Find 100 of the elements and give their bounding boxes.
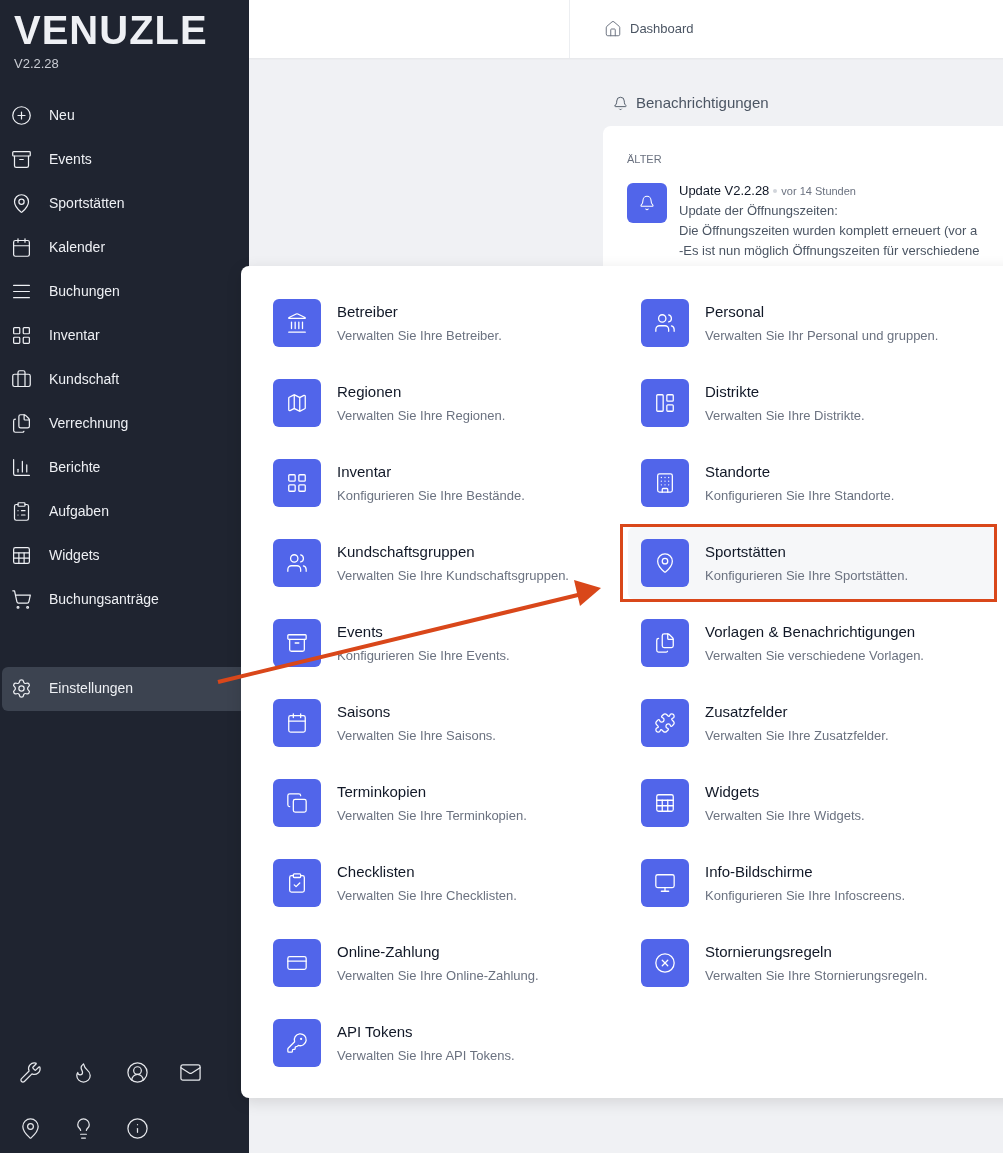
- logo: VENUZLE: [14, 8, 208, 52]
- sidebar-item[interactable]: Verrechnung: [2, 401, 247, 446]
- grid-icon: [11, 325, 32, 346]
- notification-text: -Es ist nun möglich Öffnungszeiten für verschiedene: [679, 241, 980, 260]
- documents-icon: [654, 632, 676, 654]
- notification-text: Die Öffnungszeiten wurden komplett erneuert (vor a: [679, 221, 979, 240]
- item-description: Verwalten Sie Ihre Zusatzfelder.: [705, 727, 889, 744]
- settings-menu-item[interactable]: Distrikte Verwalten Sie Ihre Distrikte.: [628, 367, 996, 439]
- sidebar-item[interactable]: Widgets: [2, 533, 247, 578]
- settings-menu-item[interactable]: API Tokens Verwalten Sie Ihre API Tokens.: [260, 1007, 612, 1079]
- building-icon: [654, 472, 676, 494]
- settings-menu-item[interactable]: Regionen Verwalten Sie Ihre Regionen.: [260, 367, 612, 439]
- key-icon: [286, 1032, 308, 1054]
- sidebar-item[interactable]: Events: [2, 137, 247, 182]
- item-title: Zusatzfelder: [705, 702, 789, 721]
- sidebar-item[interactable]: Berichte: [2, 445, 247, 490]
- version-label: V2.2.28: [14, 55, 60, 73]
- sidebar-item[interactable]: Kundschaft: [2, 357, 247, 402]
- bar-chart-icon: [11, 457, 32, 478]
- item-description: Verwalten Sie Ihre Kundschaftsgruppen.: [337, 567, 569, 584]
- group-icon: [286, 552, 308, 574]
- plus-circle-icon: [11, 105, 32, 126]
- grid-icon: [286, 472, 308, 494]
- sidebar-item[interactable]: Neu: [2, 93, 247, 138]
- map-pin-icon: [654, 552, 676, 574]
- user-icon[interactable]: [125, 1061, 149, 1084]
- sidebar-item[interactable]: Sportstätten: [2, 181, 247, 226]
- sidebar-item[interactable]: Buchungen: [2, 269, 247, 314]
- breadcrumb-link[interactable]: Dashboard: [630, 19, 694, 39]
- monitor-icon: [654, 872, 676, 894]
- settings-menu-item[interactable]: Events Konfigurieren Sie Ihre Events.: [260, 607, 612, 679]
- item-title: Events: [337, 622, 384, 641]
- item-title: Sportstätten: [705, 542, 787, 561]
- item-title: Widgets: [705, 782, 761, 801]
- item-description: Konfigurieren Sie Ihre Sportstätten.: [705, 567, 909, 584]
- settings-menu-item[interactable]: Zusatzfelder Verwalten Sie Ihre Zusatzfelder.: [628, 687, 996, 759]
- item-title: Personal: [705, 302, 766, 321]
- layout-icon: [654, 392, 676, 414]
- item-title: Distrikte: [705, 382, 761, 401]
- sidebar-item[interactable]: Kalender: [2, 225, 247, 270]
- map-icon: [286, 392, 308, 414]
- box-icon: [286, 632, 308, 654]
- settings-menu-item[interactable]: Standorte Konfigurieren Sie Ihre Standorte.: [628, 447, 996, 519]
- item-description: Verwalten Sie Ihre API Tokens.: [337, 1047, 515, 1064]
- settings-menu-item[interactable]: Personal Verwalten Sie Ihr Personal und gruppen.: [628, 287, 996, 359]
- bank-icon: [286, 312, 308, 334]
- settings-menu-item[interactable]: Checklisten Verwalten Sie Ihre Checklisten.: [260, 847, 612, 919]
- close-circle-icon: [654, 952, 676, 974]
- item-description: Konfigurieren Sie Ihre Events.: [337, 647, 510, 664]
- settings-menu-item[interactable]: Online-Zahlung Verwalten Sie Ihre Online-Zahlung.: [260, 927, 612, 999]
- settings-menu-item[interactable]: Terminkopien Verwalten Sie Ihre Terminkopien.: [260, 767, 612, 839]
- clipboard-check-icon: [286, 872, 308, 894]
- item-title: Online-Zahlung: [337, 942, 441, 961]
- item-title: Inventar: [337, 462, 393, 481]
- settings-menu-item[interactable]: Saisons Verwalten Sie Ihre Saisons.: [260, 687, 612, 759]
- mail-icon[interactable]: [178, 1061, 202, 1084]
- info-icon[interactable]: [125, 1117, 149, 1140]
- settings-menu-item[interactable]: Stornierungsregeln Verwalten Sie Ihre Stornierungsregeln.: [628, 927, 996, 999]
- item-title: Vorlagen & Benachrichtigungen: [705, 622, 917, 641]
- item-title: Checklisten: [337, 862, 416, 881]
- item-description: Verwalten Sie Ihre Checklisten.: [337, 887, 517, 904]
- briefcase-icon: [11, 369, 32, 390]
- item-title: Saisons: [337, 702, 392, 721]
- table-icon: [11, 545, 32, 566]
- map-pin-icon[interactable]: [19, 1117, 42, 1140]
- item-description: Verwalten Sie Ihre Terminkopien.: [337, 807, 527, 824]
- bell-icon: [639, 195, 655, 211]
- map-pin-icon: [11, 193, 32, 214]
- sidebar-item[interactable]: Aufgaben: [2, 489, 247, 534]
- clipboard-icon: [11, 501, 32, 522]
- item-description: Konfigurieren Sie Ihre Standorte.: [705, 487, 895, 504]
- bell-icon: [613, 95, 628, 111]
- item-title: Standorte: [705, 462, 772, 481]
- item-description: Konfigurieren Sie Ihre Bestände.: [337, 487, 525, 504]
- wrench-icon[interactable]: [19, 1061, 42, 1084]
- notification-time: vor 14 Stunden: [781, 183, 856, 199]
- settings-menu-item[interactable]: Widgets Verwalten Sie Ihre Widgets.: [628, 767, 996, 839]
- calendar-icon: [286, 712, 308, 734]
- users-icon: [654, 312, 676, 334]
- item-description: Verwalten Sie Ihre Online-Zahlung.: [337, 967, 539, 984]
- item-description: Verwalten Sie Ihre Widgets.: [705, 807, 865, 824]
- settings-icon: [11, 678, 32, 699]
- settings-menu-item[interactable]: Kundschaftsgruppen Verwalten Sie Ihre Kundschaftsgruppen.: [260, 527, 612, 599]
- item-title: Info-Bildschirme: [705, 862, 814, 881]
- documents-icon: [11, 413, 32, 434]
- table-icon: [654, 792, 676, 814]
- settings-menu-item[interactable]: Vorlagen & Benachrichtigungen Verwalten Sie verschiedene Vorlagen.: [628, 607, 996, 679]
- home-icon[interactable]: [604, 20, 622, 38]
- settings-menu-item[interactable]: Betreiber Verwalten Sie Ihre Betreiber.: [260, 287, 612, 359]
- group-label: ÄLTER: [627, 151, 663, 167]
- item-title: Stornierungsregeln: [705, 942, 833, 961]
- puzzle-icon: [654, 712, 676, 734]
- settings-menu-item[interactable]: Info-Bildschirme Konfigurieren Sie Ihre Infoscreens.: [628, 847, 996, 919]
- item-description: Verwalten Sie Ihre Saisons.: [337, 727, 496, 744]
- settings-menu-item[interactable]: Inventar Konfigurieren Sie Ihre Bestände.: [260, 447, 612, 519]
- sidebar-item[interactable]: Buchungsanträge: [2, 577, 247, 622]
- item-title: Terminkopien: [337, 782, 428, 801]
- item-description: Verwalten Sie Ihre Betreiber.: [337, 327, 502, 344]
- sidebar-item[interactable]: Inventar: [2, 313, 247, 358]
- item-title: API Tokens: [337, 1022, 414, 1041]
